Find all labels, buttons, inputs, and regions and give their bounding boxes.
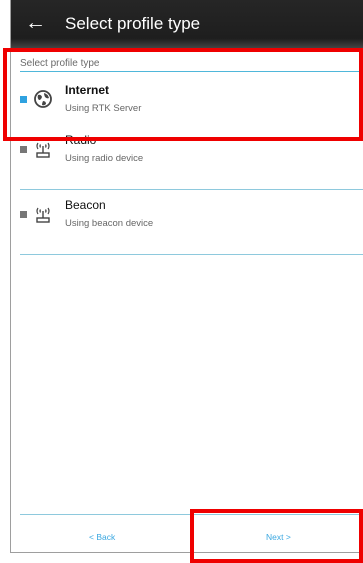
unselected-indicator (20, 146, 27, 153)
unselected-indicator (20, 211, 27, 218)
list-subheader: Select profile type (20, 58, 100, 69)
app-bar: ← Select profile type (11, 0, 363, 48)
subheader-divider (20, 71, 363, 72)
option-divider (20, 254, 363, 255)
option-name: Internet (65, 83, 110, 97)
selected-indicator (20, 96, 27, 103)
option-name: Beacon (65, 198, 106, 212)
profile-option-radio[interactable]: Radio Using radio device (11, 126, 363, 190)
antenna-icon (36, 207, 50, 223)
option-description: Using RTK Server (65, 103, 142, 114)
page-title: Select profile type (65, 14, 201, 33)
next-button[interactable]: Next > (266, 532, 291, 542)
option-description: Using beacon device (65, 218, 154, 229)
app-window: ← Select profile type Select profile typ… (10, 0, 363, 553)
navigation-bar: < Back Next > (11, 514, 363, 552)
option-divider (20, 189, 363, 190)
option-description: Using radio device (65, 153, 144, 164)
option-name: Radio (65, 133, 97, 147)
back-button[interactable]: < Back (89, 532, 115, 542)
profile-option-beacon[interactable]: Beacon Using beacon device (11, 191, 363, 255)
antenna-icon (36, 142, 50, 158)
navigation-divider (20, 514, 363, 515)
globe-icon (34, 90, 52, 108)
back-arrow-icon[interactable]: ← (25, 11, 46, 35)
